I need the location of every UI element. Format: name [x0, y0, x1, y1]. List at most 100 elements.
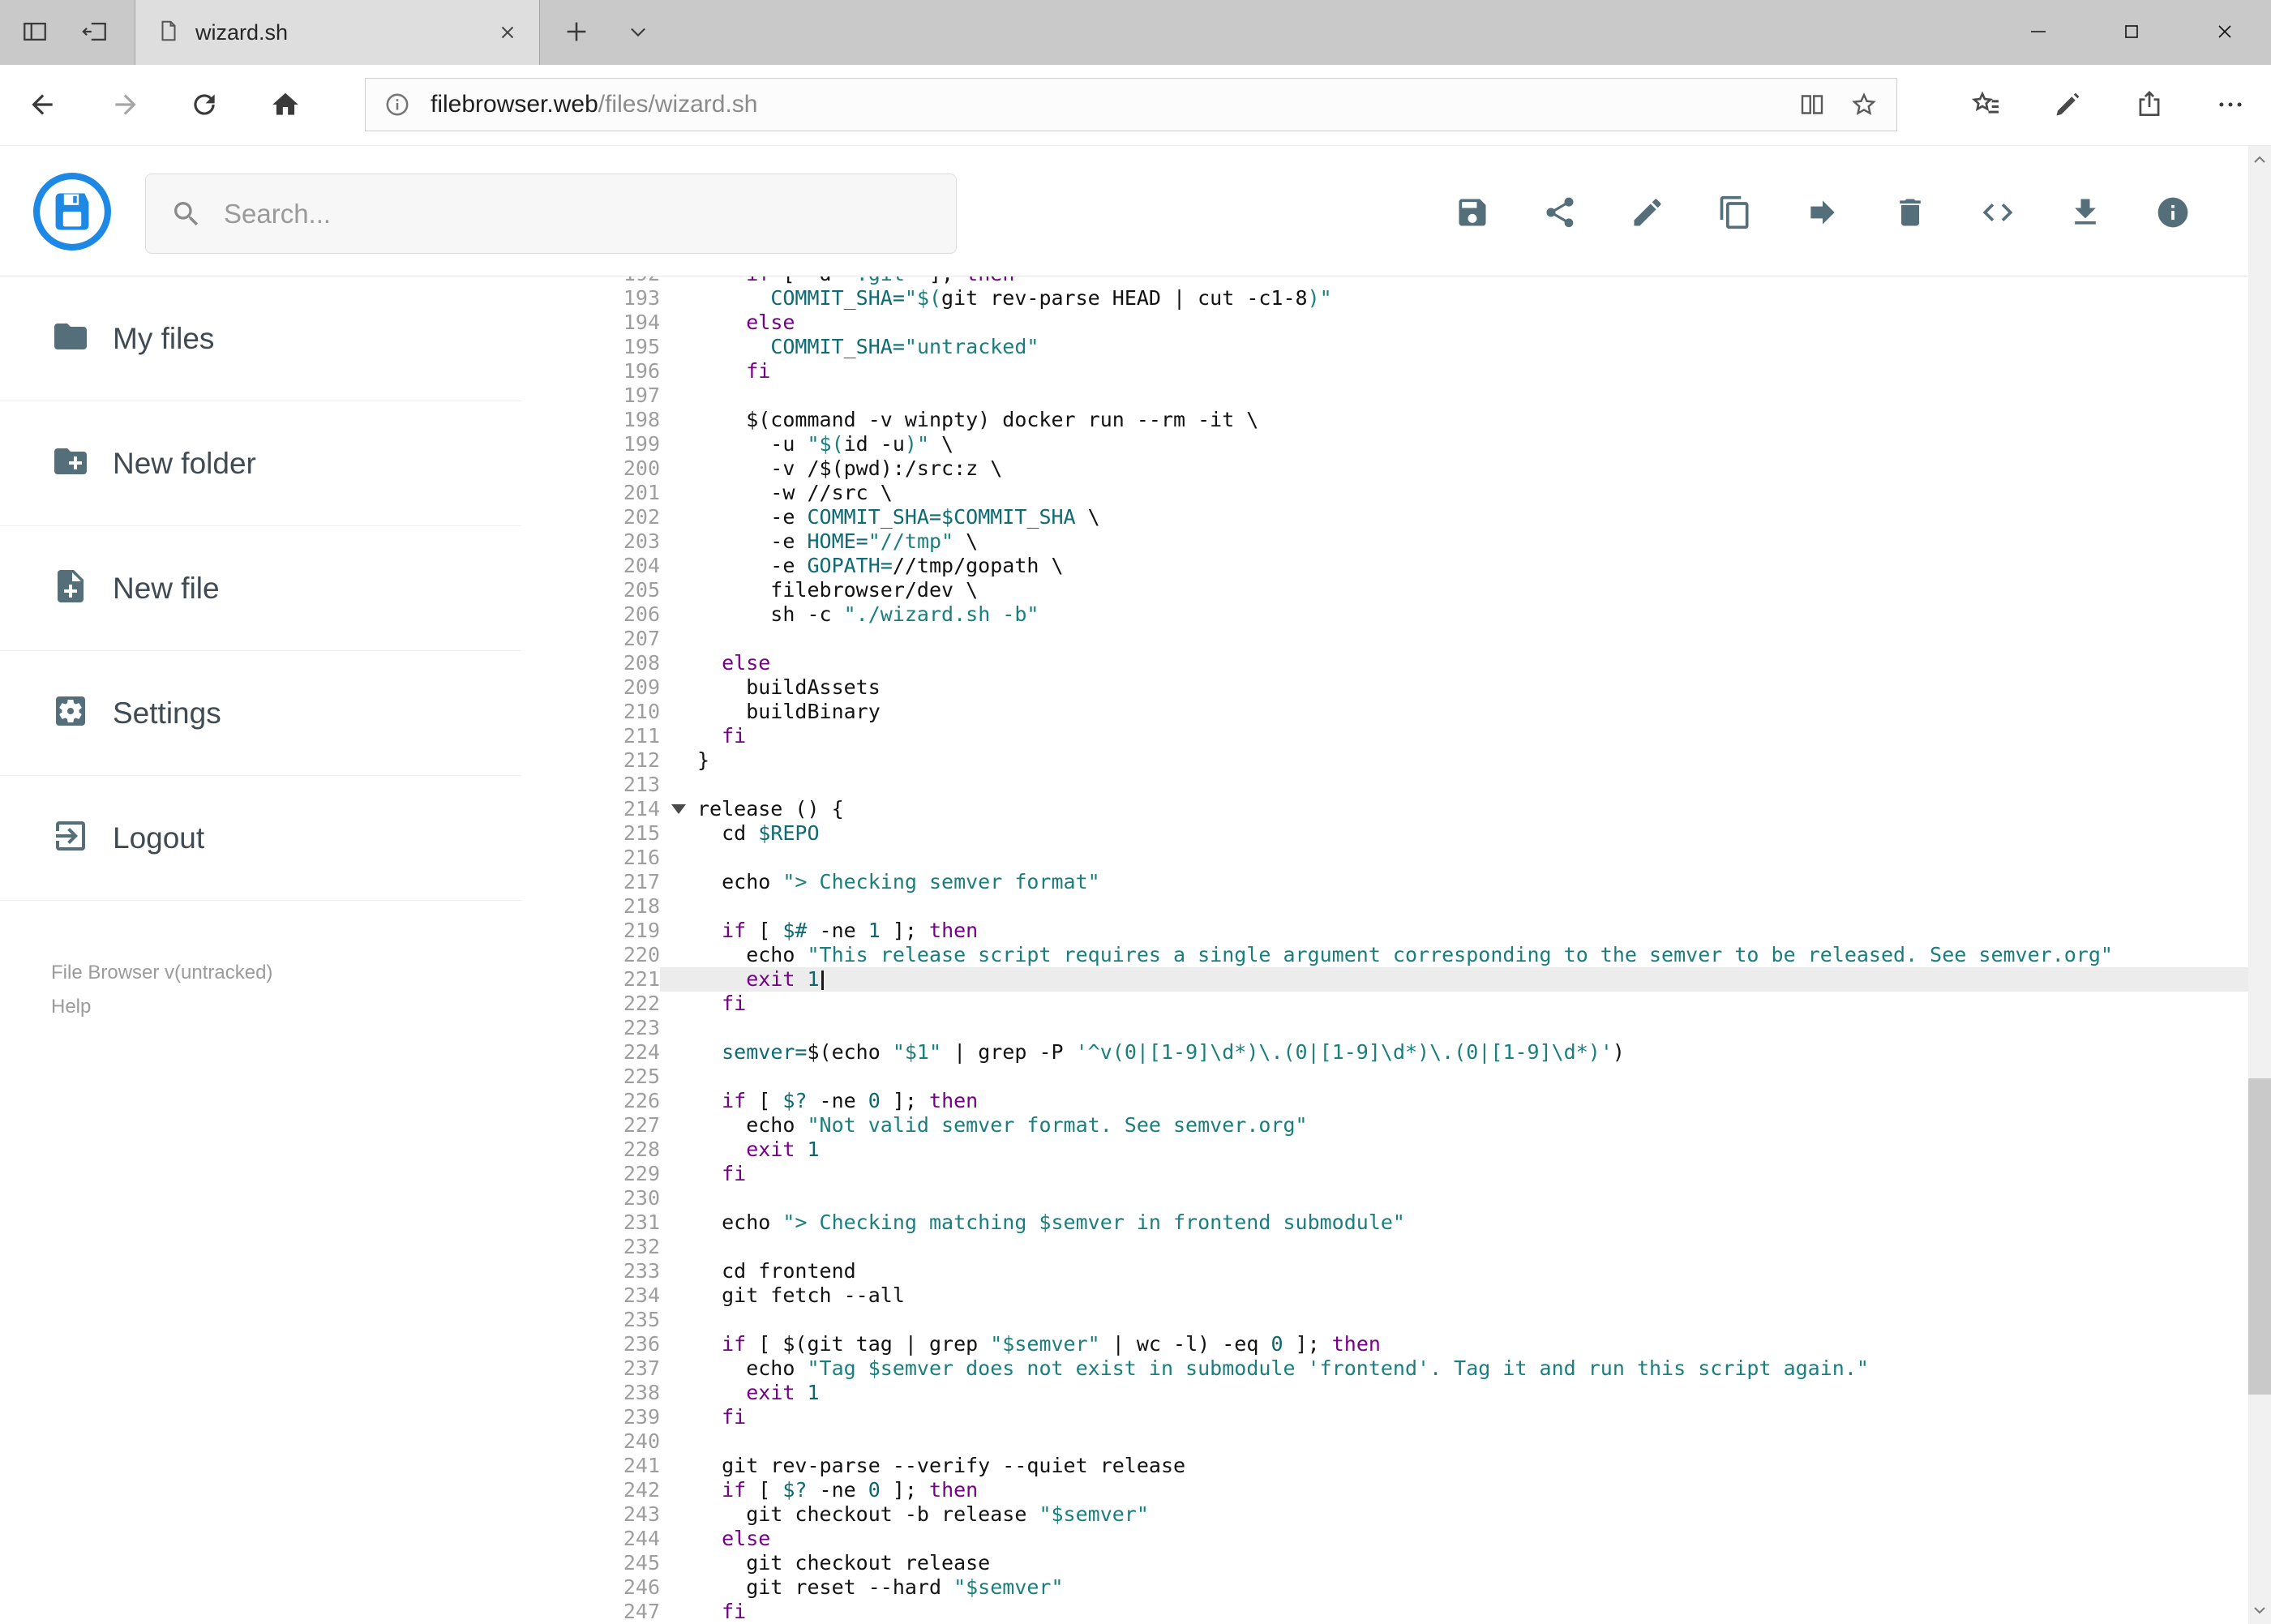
code-line-row[interactable]: 245 git checkout release — [522, 1551, 2248, 1575]
code-line-row[interactable]: 224 semver=$(echo "$1" | grep -P '^v(0|[… — [522, 1040, 2248, 1065]
code-line-row[interactable]: 235 — [522, 1308, 2248, 1332]
delete-button[interactable] — [1885, 189, 1935, 239]
code-line-row[interactable]: 233 cd frontend — [522, 1259, 2248, 1283]
scrollbar-thumb[interactable] — [2248, 1078, 2271, 1395]
code-line-row[interactable]: 212} — [522, 748, 2248, 773]
set-tabs-aside-button[interactable] — [66, 0, 123, 65]
code-line-row[interactable]: 205 filebrowser/dev \ — [522, 578, 2248, 602]
code-line-row[interactable]: 234 git fetch --all — [522, 1283, 2248, 1308]
scroll-up-arrow[interactable] — [2248, 146, 2271, 174]
code-line-row[interactable]: 196 fi — [522, 359, 2248, 384]
search-input[interactable] — [224, 198, 932, 229]
refresh-button[interactable] — [170, 73, 238, 138]
code-line-row[interactable]: 209 buildAssets — [522, 675, 2248, 700]
code-line-row[interactable]: 242 if [ $? -ne 0 ]; then — [522, 1478, 2248, 1502]
code-line-row[interactable]: 206 sh -c "./wizard.sh -b" — [522, 602, 2248, 627]
code-line-row[interactable]: 214 release () { — [522, 797, 2248, 821]
maximize-button[interactable] — [2085, 0, 2178, 65]
back-button[interactable] — [8, 73, 76, 138]
code-line-row[interactable]: 221 exit 1 — [522, 967, 2248, 992]
close-button[interactable] — [2178, 0, 2271, 65]
scroll-down-arrow[interactable] — [2248, 1596, 2271, 1624]
code-line-row[interactable]: 194 else — [522, 311, 2248, 335]
code-line-row[interactable]: 198 $(command -v winpty) docker run --rm… — [522, 408, 2248, 432]
code-editor[interactable]: 192 if [ -d ".git" ]; then193 COMMIT_SHA… — [522, 276, 2248, 1624]
code-line-row[interactable]: 197 — [522, 384, 2248, 408]
browser-tab[interactable]: wizard.sh — [135, 0, 540, 65]
code-view-button[interactable] — [1973, 189, 2023, 239]
minimize-button[interactable] — [1991, 0, 2085, 65]
code-line-row[interactable]: 240 — [522, 1429, 2248, 1454]
code-line-row[interactable]: 193 COMMIT_SHA="$(git rev-parse HEAD | c… — [522, 286, 2248, 311]
sidebar-item-logout[interactable]: Logout — [0, 776, 521, 901]
code-line-row[interactable]: 232 — [522, 1235, 2248, 1259]
rename-button[interactable] — [1622, 189, 1673, 239]
code-line-row[interactable]: 200 -v /$(pwd):/src:z \ — [522, 456, 2248, 481]
code-line-row[interactable]: 201 -w //src \ — [522, 481, 2248, 505]
code-line-row[interactable]: 236 if [ $(git tag | grep "$semver" | wc… — [522, 1332, 2248, 1356]
code-line-row[interactable]: 239 fi — [522, 1405, 2248, 1429]
code-line-row[interactable]: 223 — [522, 1016, 2248, 1040]
favorites-hub-button[interactable] — [1952, 73, 2020, 138]
code-line-row[interactable]: 208 else — [522, 651, 2248, 675]
address-bar[interactable]: filebrowser.web/files/wizard.sh — [365, 78, 1897, 131]
code-line-row[interactable]: 222 fi — [522, 992, 2248, 1016]
code-line-row[interactable]: 247 fi — [522, 1600, 2248, 1624]
move-button[interactable] — [1798, 189, 1848, 239]
code-line-row[interactable]: 216 — [522, 846, 2248, 870]
code-line-row[interactable]: 204 -e GOPATH=//tmp/gopath \ — [522, 554, 2248, 578]
share-page-button[interactable] — [2115, 73, 2183, 138]
code-line-row[interactable]: 230 — [522, 1186, 2248, 1211]
code-line-row[interactable]: 211 fi — [522, 724, 2248, 748]
code-line-row[interactable]: 213 — [522, 773, 2248, 797]
code-line-row[interactable]: 225 — [522, 1065, 2248, 1089]
favorite-star-icon[interactable] — [1849, 90, 1879, 119]
code-line-row[interactable]: 226 if [ $? -ne 0 ]; then — [522, 1089, 2248, 1113]
code-line-row[interactable]: 243 git checkout -b release "$semver" — [522, 1502, 2248, 1527]
tabs-you-set-aside-button[interactable] — [6, 0, 63, 65]
download-button[interactable] — [2060, 189, 2110, 239]
help-link[interactable]: Help — [51, 990, 272, 1024]
code-line-row[interactable]: 244 else — [522, 1527, 2248, 1551]
code-line-row[interactable]: 241 git rev-parse --verify --quiet relea… — [522, 1454, 2248, 1478]
code-line-row[interactable]: 207 — [522, 627, 2248, 651]
info-button[interactable] — [2148, 189, 2198, 239]
site-info-icon[interactable] — [383, 91, 411, 118]
sidebar-item-new-file[interactable]: New file — [0, 526, 521, 651]
sidebar-item-my-files[interactable]: My files — [0, 276, 521, 401]
web-note-button[interactable] — [2033, 73, 2102, 138]
code-line-row[interactable]: 228 exit 1 — [522, 1138, 2248, 1162]
code-line-row[interactable]: 210 buildBinary — [522, 700, 2248, 724]
code-line-row[interactable]: 218 — [522, 894, 2248, 919]
save-button[interactable] — [1447, 189, 1498, 239]
code-line-row[interactable]: 215 cd $REPO — [522, 821, 2248, 846]
code-line-row[interactable]: 237 echo "Tag $semver does not exist in … — [522, 1356, 2248, 1381]
tab-close-icon[interactable] — [497, 22, 518, 43]
home-button[interactable] — [251, 73, 319, 138]
fold-arrow-icon[interactable] — [671, 804, 686, 814]
sidebar-item-settings[interactable]: Settings — [0, 651, 521, 776]
filebrowser-logo[interactable] — [32, 172, 112, 251]
tab-list-chevron-button[interactable] — [610, 0, 666, 65]
code-line-row[interactable]: 238 exit 1 — [522, 1381, 2248, 1405]
fold-gutter[interactable] — [660, 797, 697, 821]
new-tab-button[interactable] — [548, 0, 605, 65]
share-button[interactable] — [1535, 189, 1585, 239]
code-line-row[interactable]: 246 git reset --hard "$semver" — [522, 1575, 2248, 1600]
sidebar-item-new-folder[interactable]: New folder — [0, 401, 521, 526]
code-line-row[interactable]: 231 echo "> Checking matching $semver in… — [522, 1211, 2248, 1235]
more-options-button[interactable] — [2196, 73, 2265, 138]
code-line-row[interactable]: 217 echo "> Checking semver format" — [522, 870, 2248, 894]
copy-button[interactable] — [1710, 189, 1760, 239]
code-line-row[interactable]: 199 -u "$(id -u)" \ — [522, 432, 2248, 456]
code-line-row[interactable]: 229 fi — [522, 1162, 2248, 1186]
code-line-row[interactable]: 220 echo "This release script requires a… — [522, 943, 2248, 967]
forward-button[interactable] — [92, 73, 160, 138]
code-line-row[interactable]: 219 if [ $# -ne 1 ]; then — [522, 919, 2248, 943]
code-line-row[interactable]: 202 -e COMMIT_SHA=$COMMIT_SHA \ — [522, 505, 2248, 529]
reading-view-icon[interactable] — [1798, 90, 1827, 119]
code-line-row[interactable]: 192 if [ -d ".git" ]; then — [522, 276, 2248, 286]
code-line-row[interactable]: 195 COMMIT_SHA="untracked" — [522, 335, 2248, 359]
code-line-row[interactable]: 203 -e HOME="//tmp" \ — [522, 529, 2248, 554]
code-line-row[interactable]: 227 echo "Not valid semver format. See s… — [522, 1113, 2248, 1138]
